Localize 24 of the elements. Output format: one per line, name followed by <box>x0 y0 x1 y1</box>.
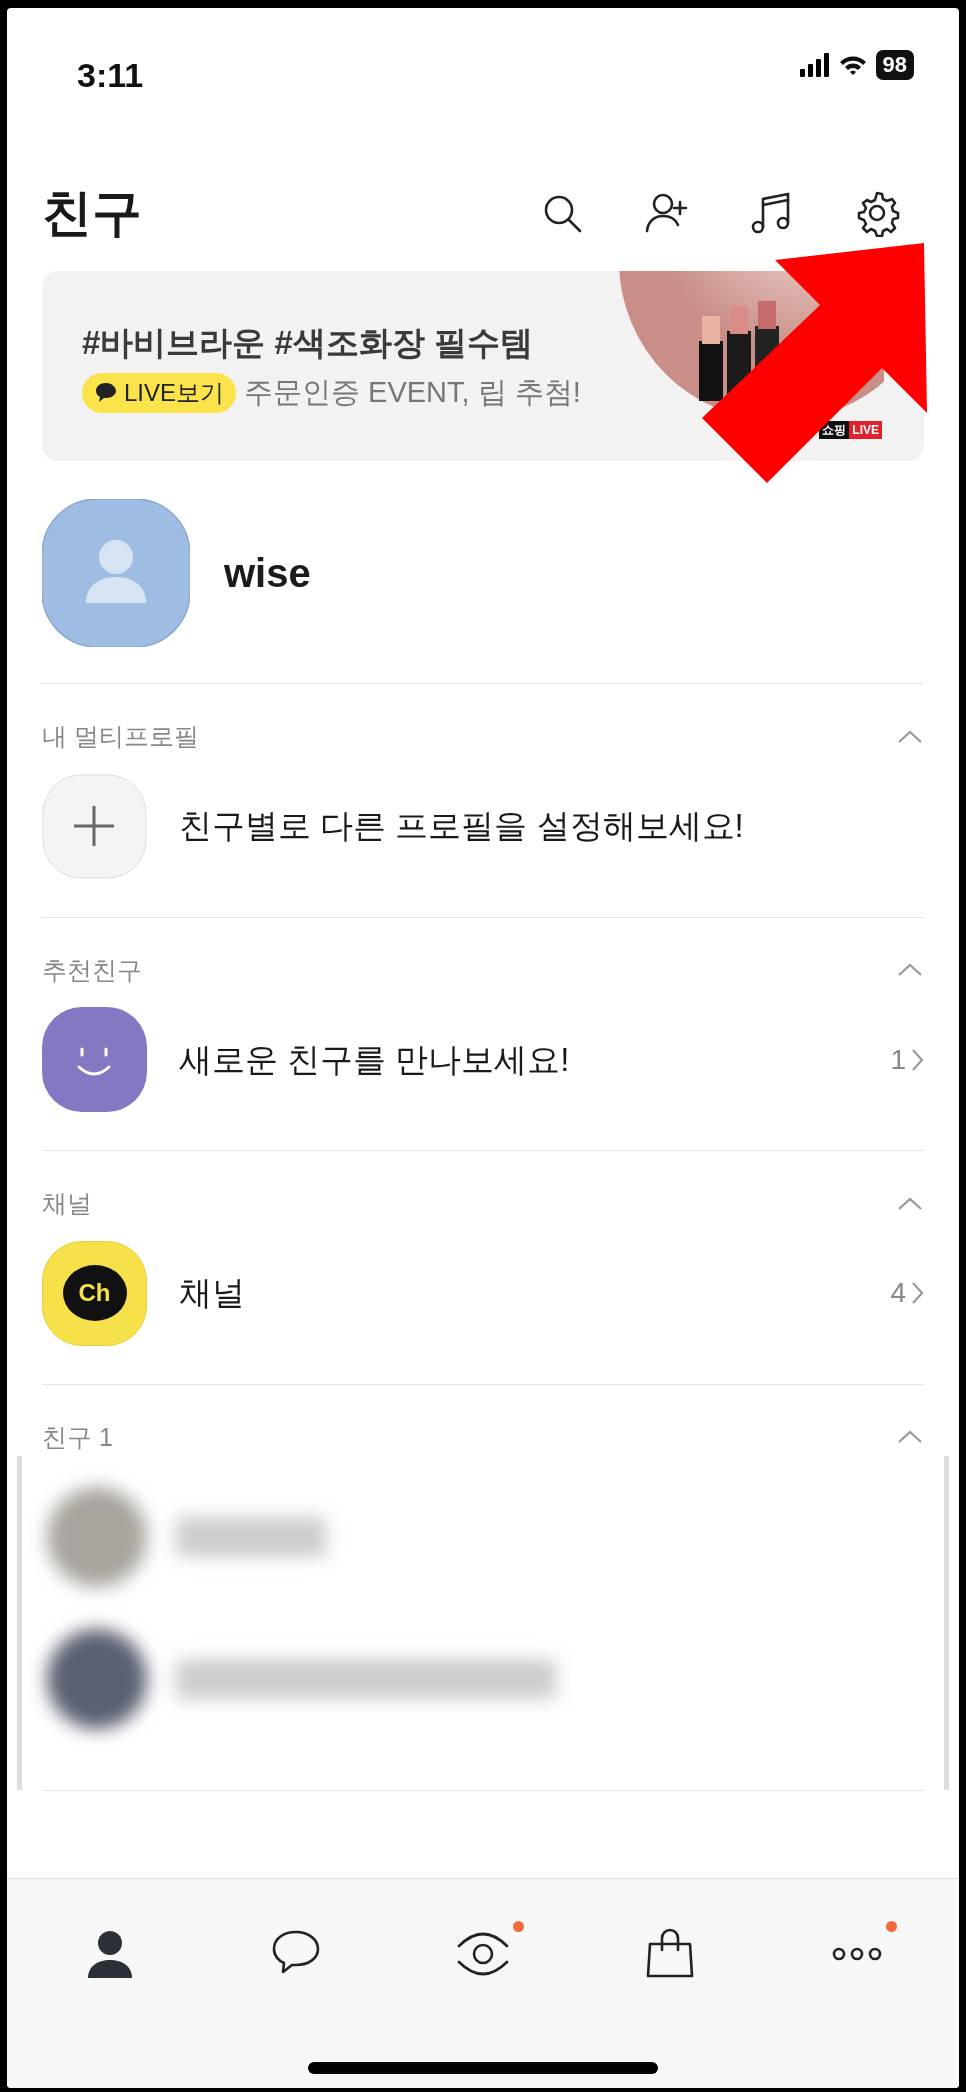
profile-name[interactable]: wise <box>224 543 311 603</box>
live-tag: LIVE <box>849 421 882 439</box>
battery-level: 98 <box>875 50 914 80</box>
status-time: 3:11 <box>77 55 144 96</box>
row-count[interactable]: 1 <box>890 1038 924 1081</box>
page-title: 친구 <box>42 183 142 243</box>
smiley-avatar-icon[interactable] <box>42 1007 147 1112</box>
chevron-right-icon <box>910 1280 924 1306</box>
section-title: 채널 <box>42 1188 92 1219</box>
notification-dot <box>512 1921 524 1932</box>
row-text[interactable]: 친구별로 다른 프로필을 설정해보세요! <box>179 801 744 851</box>
row-text[interactable]: 채널 <box>179 1268 245 1318</box>
banner-subtitle: 주문인증 EVENT, 립 추첨! <box>244 375 581 410</box>
row-count[interactable]: 4 <box>890 1272 924 1314</box>
section-title: 친구 1 <box>42 1421 113 1453</box>
section-title: 내 멀티프로필 <box>42 721 199 752</box>
row-text[interactable]: 새로운 친구를 만나보세요! <box>179 1034 570 1085</box>
chat-bubble-icon <box>94 380 118 405</box>
banner-title: #바비브라운 #색조화장 필수템 <box>82 322 535 363</box>
channel-icon[interactable]: Ch <box>42 1240 147 1346</box>
section-title: 추천친구 <box>42 954 142 986</box>
live-button[interactable]: LIVE보기 <box>82 372 237 413</box>
notification-dot <box>886 1921 897 1932</box>
signal-icon <box>799 53 830 77</box>
